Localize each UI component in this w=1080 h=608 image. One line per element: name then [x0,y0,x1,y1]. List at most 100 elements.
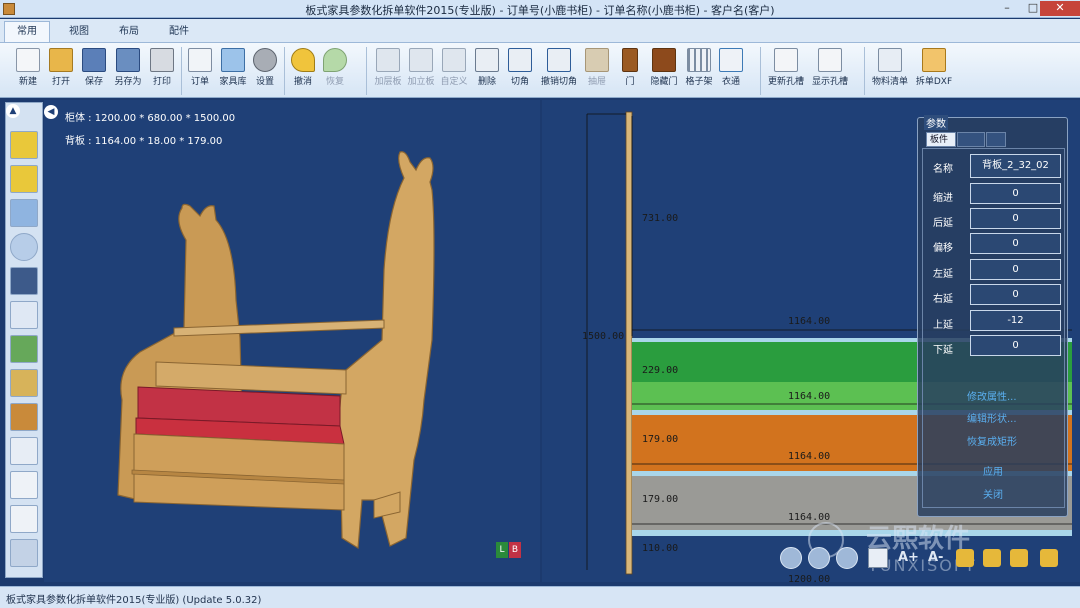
add-shelf-button[interactable]: 加层板 [372,46,404,96]
chamfer-icon [508,48,532,72]
apply-link[interactable]: 应用 [983,463,1003,478]
dim-width-1: 1164.00 [788,316,830,327]
zoom-out-icon[interactable] [808,547,830,569]
tab-second[interactable] [957,132,985,147]
new-button[interactable]: 新建 [12,46,44,96]
refresh-button[interactable] [10,199,38,227]
tab-layout[interactable]: 布局 [106,21,152,42]
name-field[interactable]: 背板_2_32_02 [970,154,1061,178]
show-holes-icon [818,48,842,72]
indent-field[interactable]: 0 [970,183,1061,204]
lock-icon[interactable] [1010,549,1028,567]
panel-edit-button[interactable] [10,403,38,431]
export-dxf-button[interactable]: 拆单DXF [912,46,956,96]
undo-chamfer-button[interactable]: 撤销切角 [538,46,580,96]
zoom-in-icon[interactable] [780,547,802,569]
left-extend-field[interactable]: 0 [970,259,1061,280]
update-part-holes-button[interactable] [10,471,38,499]
tab-common[interactable]: 常用 [4,21,50,42]
right-extend-field[interactable]: 0 [970,284,1061,305]
offset-field[interactable]: 0 [970,233,1061,254]
bill-of-materials-button[interactable]: 物料清单 [868,46,912,96]
settings-button[interactable]: 设置 [250,46,280,96]
lock-icon[interactable] [956,549,974,567]
dxf-icon [922,48,946,72]
clothes-rail-icon [719,48,743,72]
print-button[interactable]: 打印 [146,46,178,96]
save-button[interactable]: 保存 [78,46,110,96]
delete-button[interactable]: 删除 [472,46,502,96]
undo-button[interactable]: 撤消 [288,46,318,96]
status-bar: 板式家具参数化拆单软件2015(专业版) (Update 5.0.32) [0,586,1080,608]
font-increase-icon[interactable]: A+ [898,550,919,565]
font-decrease-icon[interactable]: A- [928,550,943,565]
door-button[interactable]: 门 [615,46,645,96]
tab-third[interactable] [986,132,1006,147]
dim-731: 731.00 [642,213,678,224]
label-left-extend: 左延 [933,269,953,280]
tab-panel[interactable]: 板件 [926,132,956,147]
hidden-door-icon [652,48,676,72]
dim-1500: 1500.00 [582,331,624,342]
remove-part-button[interactable] [10,165,38,193]
fit-view-button[interactable] [10,335,38,363]
chamfer-button[interactable]: 切角 [505,46,535,96]
drawer-button[interactable]: 抽屉 [582,46,612,96]
clothes-rail-button[interactable]: 衣通 [716,46,746,96]
left-toolbar [5,102,43,578]
save-as-button[interactable]: 另存为 [110,46,146,96]
status-text: 板式家具参数化拆单软件2015(专业版) (Update 5.0.32) [6,595,262,606]
ribbon-separator [366,47,367,95]
ribbon-tab-bar: 常用 视图 布局 配件 [0,19,1080,42]
3d-view[interactable]: ▲ ◀ 柜体 : 1200.00 * 680.00 * 1500.00 背板 :… [6,100,540,582]
params-panel: 参数 板件 名称 背板_2_32_02 缩进 0 后延 0 偏移 0 左延 0 … [917,115,1068,517]
modify-properties-link[interactable]: 修改属性... [967,388,1017,403]
label-top-extend: 上延 [933,320,953,331]
part-list-button[interactable] [10,505,38,533]
color-swatch-button[interactable] [10,267,38,295]
cabinet-view-button[interactable] [10,301,38,329]
top-extend-field[interactable]: -12 [970,310,1061,331]
show-holes-button[interactable]: 显示孔槽 [808,46,852,96]
update-holes-button[interactable]: 更新孔槽 [764,46,808,96]
custom-button[interactable]: 自定义 [438,46,470,96]
clipboard-icon [188,48,212,72]
params-title: 参数 [924,115,948,130]
add-part-button[interactable] [10,131,38,159]
lock-icon[interactable] [983,549,1001,567]
edit-shape-link[interactable]: 编辑形状... [967,410,1017,425]
label-name: 名称 [933,164,953,175]
tab-accessories[interactable]: 配件 [156,21,202,42]
add-divider-icon [409,48,433,72]
add-board-button[interactable] [10,437,38,465]
collapse-up-icon[interactable]: ▲ [6,104,20,118]
zoom-fit-icon[interactable] [836,547,858,569]
zoom-button[interactable] [10,233,38,261]
undo-chamfer-icon [547,48,571,72]
open-button[interactable]: 打开 [45,46,77,96]
dim-1200: 1200.00 [788,574,830,582]
layers-button[interactable] [10,539,38,567]
furniture-library-button[interactable]: 家具库 [216,46,250,96]
minimize-button[interactable]: – [994,1,1020,16]
close-link[interactable]: 关闭 [983,486,1003,501]
bottom-extend-field[interactable]: 0 [970,335,1061,356]
restore-rectangle-link[interactable]: 恢复成矩形 [967,433,1017,448]
params-grid: 名称 背板_2_32_02 缩进 0 后延 0 偏移 0 左延 0 右延 0 上… [922,148,1065,508]
undo-arrow-icon [291,48,315,72]
search-parts-button[interactable] [10,369,38,397]
hidden-door-button[interactable]: 隐藏门 [647,46,681,96]
door-icon [622,48,638,72]
unlock-icon[interactable] [1040,549,1058,567]
add-divider-button[interactable]: 加立板 [405,46,437,96]
back-extend-field[interactable]: 0 [970,208,1061,229]
ribbon-separator [760,47,761,95]
tab-view[interactable]: 视图 [56,21,102,42]
order-button[interactable]: 订单 [184,46,216,96]
delete-panel-icon [475,48,499,72]
grid-rack-button[interactable]: 格子架 [682,46,716,96]
ribbon-toolbar: 新建 打开 保存 另存为 打印 订单 家具库 设置 撤消 恢复 加层板 加立板 … [0,42,1080,98]
close-button[interactable]: ✕ [1040,1,1080,16]
page-icon[interactable] [868,548,888,568]
redo-button[interactable]: 恢复 [320,46,350,96]
